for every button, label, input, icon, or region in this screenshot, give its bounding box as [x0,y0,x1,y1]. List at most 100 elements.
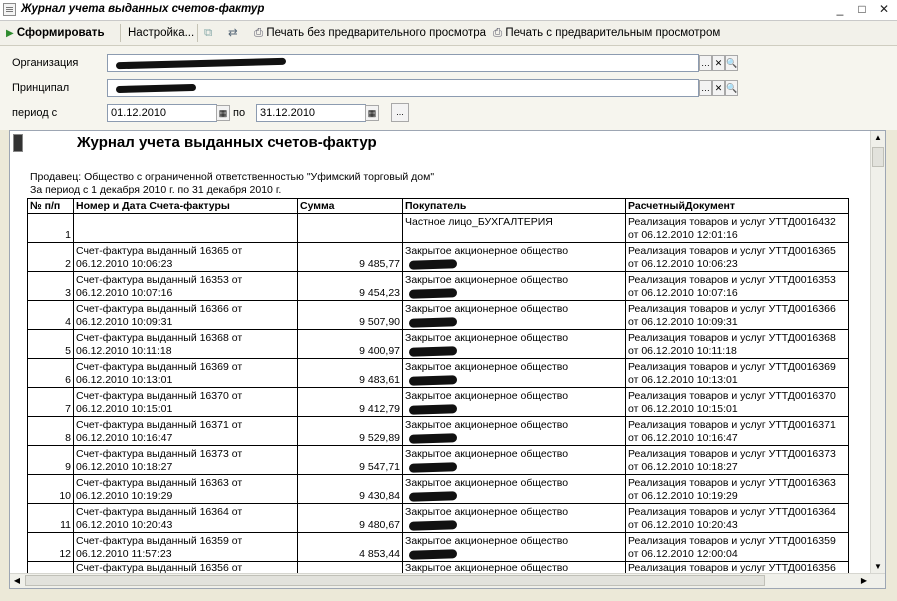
print-preview-label: Печать с предварительным просмотром [505,27,721,39]
row-number: 9 [27,445,74,475]
buyer-cell: Закрытое акционерное общество [402,387,626,417]
date-to-field[interactable]: 31.12.2010 [256,104,366,122]
table-header-row: № п/п Номер и Дата Счета-фактуры Сумма П… [27,198,849,214]
open-icon[interactable]: 🔍 [725,55,738,71]
document-date: от 06.12.2010 10:13:01 [628,374,738,386]
invoice-date: 06.12.2010 10:09:31 [76,316,173,328]
invoice-cell: Счет-фактура выданный 16373 от 06.12.2010… [73,445,298,475]
table-row: 4 Счет-фактура выданный 16366 от 06.12.201… [27,300,849,330]
amount-cell: 9 412,79 [297,387,403,417]
buyer-cell: Закрытое акционерное общество [402,329,626,359]
principal-field[interactable] [107,79,699,97]
column-header: РасчетныйДокумент [625,198,849,214]
window-title: Журнал учета выданных счетов-фактур [21,3,265,15]
calendar-icon[interactable]: ▦ [365,105,379,121]
table-row: 3 Счет-фактура выданный 16353 от 06.12.201… [27,271,849,301]
document-icon [3,3,16,16]
generate-button[interactable]: ▶ Сформировать [6,24,105,42]
invoice-number: Счет-фактура выданный 16363 от [76,477,243,489]
invoice-cell: Счет-фактура выданный 16363 от 06.12.2010… [73,474,298,504]
organization-field[interactable] [107,54,699,72]
play-icon: ▶ [6,28,14,39]
invoice-number: Счет-фактура выданный 16368 от [76,332,243,344]
table-row: 2 Счет-фактура выданный 16365 от 06.12.201… [27,242,849,272]
document-cell: Реализация товаров и услуг УТТД0016370 от… [625,387,849,417]
report-sheet[interactable]: Журнал учета выданных счетов-фактур Прод… [9,130,886,589]
copy-icon[interactable]: ⧉ [204,24,212,42]
title-bar: Журнал учета выданных счетов-фактур _ □ … [0,0,897,21]
select-button[interactable]: … [699,55,712,71]
row-number: 4 [27,300,74,330]
invoice-cell: Счет-фактура выданный 16370 от 06.12.2010… [73,387,298,417]
document-name: Реализация товаров и услуг УТТД0016369 [628,361,836,373]
amount-cell: 4 853,44 [297,532,403,562]
seller-line: Продавец: Общество с ограниченной ответс… [30,171,435,183]
document-name: Реализация товаров и услуг УТТД0016368 [628,332,836,344]
invoice-cell: Счет-фактура выданный 16369 от 06.12.2010… [73,358,298,388]
buyer-name: Закрытое акционерное общество [405,245,569,257]
scroll-thumb[interactable] [25,575,765,586]
date-from-field[interactable]: 01.12.2010 [107,104,217,122]
period-select-button[interactable]: ... [391,103,409,122]
print-no-preview-button[interactable]: ⎙ Печать без предварительного просмотра [254,24,486,42]
buyer-name: Закрытое акционерное общество [405,361,569,373]
document-name: Реализация товаров и услуг УТТД0016432 [628,216,836,228]
organization-label: Организация [12,57,79,69]
invoice-cell: Счет-фактура выданный 16371 от 06.12.2010… [73,416,298,446]
buyer-cell: Закрытое акционерное общество [402,445,626,475]
document-cell: Реализация товаров и услуг УТТД0016368 от… [625,329,849,359]
settings-button[interactable]: Настройка... [128,24,194,42]
document-date: от 06.12.2010 10:06:23 [628,258,738,270]
redaction-mark [408,317,458,328]
settings-label: Настройка... [128,27,195,39]
scroll-left-icon[interactable]: ◀ [11,575,23,587]
redaction-mark [408,491,458,502]
invoice-date: 06.12.2010 10:19:29 [76,490,173,502]
amount: 9 480,67 [359,519,400,531]
vertical-scrollbar[interactable]: ▲ ▼ [870,131,885,574]
amount: 9 485,77 [359,258,400,270]
minimize-button[interactable]: _ [832,2,848,17]
redaction-mark [408,549,458,560]
amount-cell: 9 507,90 [297,300,403,330]
close-button[interactable]: ✕ [876,2,892,17]
table-row: 8 Счет-фактура выданный 16371 от 06.12.201… [27,416,849,446]
clear-icon[interactable]: ✕ [712,80,725,96]
scroll-down-icon[interactable]: ▼ [872,561,884,573]
print-preview-button[interactable]: ⎙ Печать с предварительным просмотром [493,24,720,42]
document-name: Реализация товаров и услуг УТТД0016359 [628,535,836,547]
invoice-date: 06.12.2010 11:57:23 [76,548,172,560]
table-row: 1 Частное лицо_БУХГАЛТЕРИЯ Реализация тов… [27,213,849,243]
buyer-name: Закрытое акционерное общество [405,332,569,344]
document-cell: Реализация товаров и услуг УТТД0016359 от… [625,532,849,562]
document-date: от 06.12.2010 12:00:04 [628,548,738,560]
refresh-icon[interactable]: ⇄ [228,24,238,42]
amount: 9 547,71 [359,461,400,473]
scroll-thumb[interactable] [872,147,884,167]
redaction-mark [408,288,458,299]
open-icon[interactable]: 🔍 [725,80,738,96]
invoice-date: 06.12.2010 10:07:16 [76,287,173,299]
buyer-cell: Закрытое акционерное общество [402,358,626,388]
maximize-button[interactable]: □ [854,2,870,17]
select-button[interactable]: … [699,80,712,96]
document-cell: Реализация товаров и услуг УТТД0016432 от… [625,213,849,243]
document-date: от 06.12.2010 10:20:43 [628,519,738,531]
document-date: от 06.12.2010 12:01:16 [628,229,738,241]
invoice-cell [73,213,298,243]
printer-preview-icon: ⎙ [493,27,503,39]
scroll-right-icon[interactable]: ▶ [858,575,870,587]
amount: 9 483,61 [359,374,400,386]
scroll-up-icon[interactable]: ▲ [872,132,884,144]
document-name: Реализация товаров и услуг УТТД0016353 [628,274,836,286]
document-name: Реализация товаров и услуг УТТД0016365 [628,245,836,257]
principal-label: Принципал [12,82,70,94]
invoice-date: 06.12.2010 10:11:18 [76,345,172,357]
document-name: Реализация товаров и услуг УТТД0016363 [628,477,836,489]
clear-icon[interactable]: ✕ [712,55,725,71]
print-icon: ⎙ [254,27,264,39]
calendar-icon[interactable]: ▦ [216,105,230,121]
horizontal-scrollbar[interactable]: ◀ ▶ [10,573,885,588]
invoice-date: 06.12.2010 10:18:27 [76,461,173,473]
buyer-name: Закрытое акционерное общество [405,274,569,286]
